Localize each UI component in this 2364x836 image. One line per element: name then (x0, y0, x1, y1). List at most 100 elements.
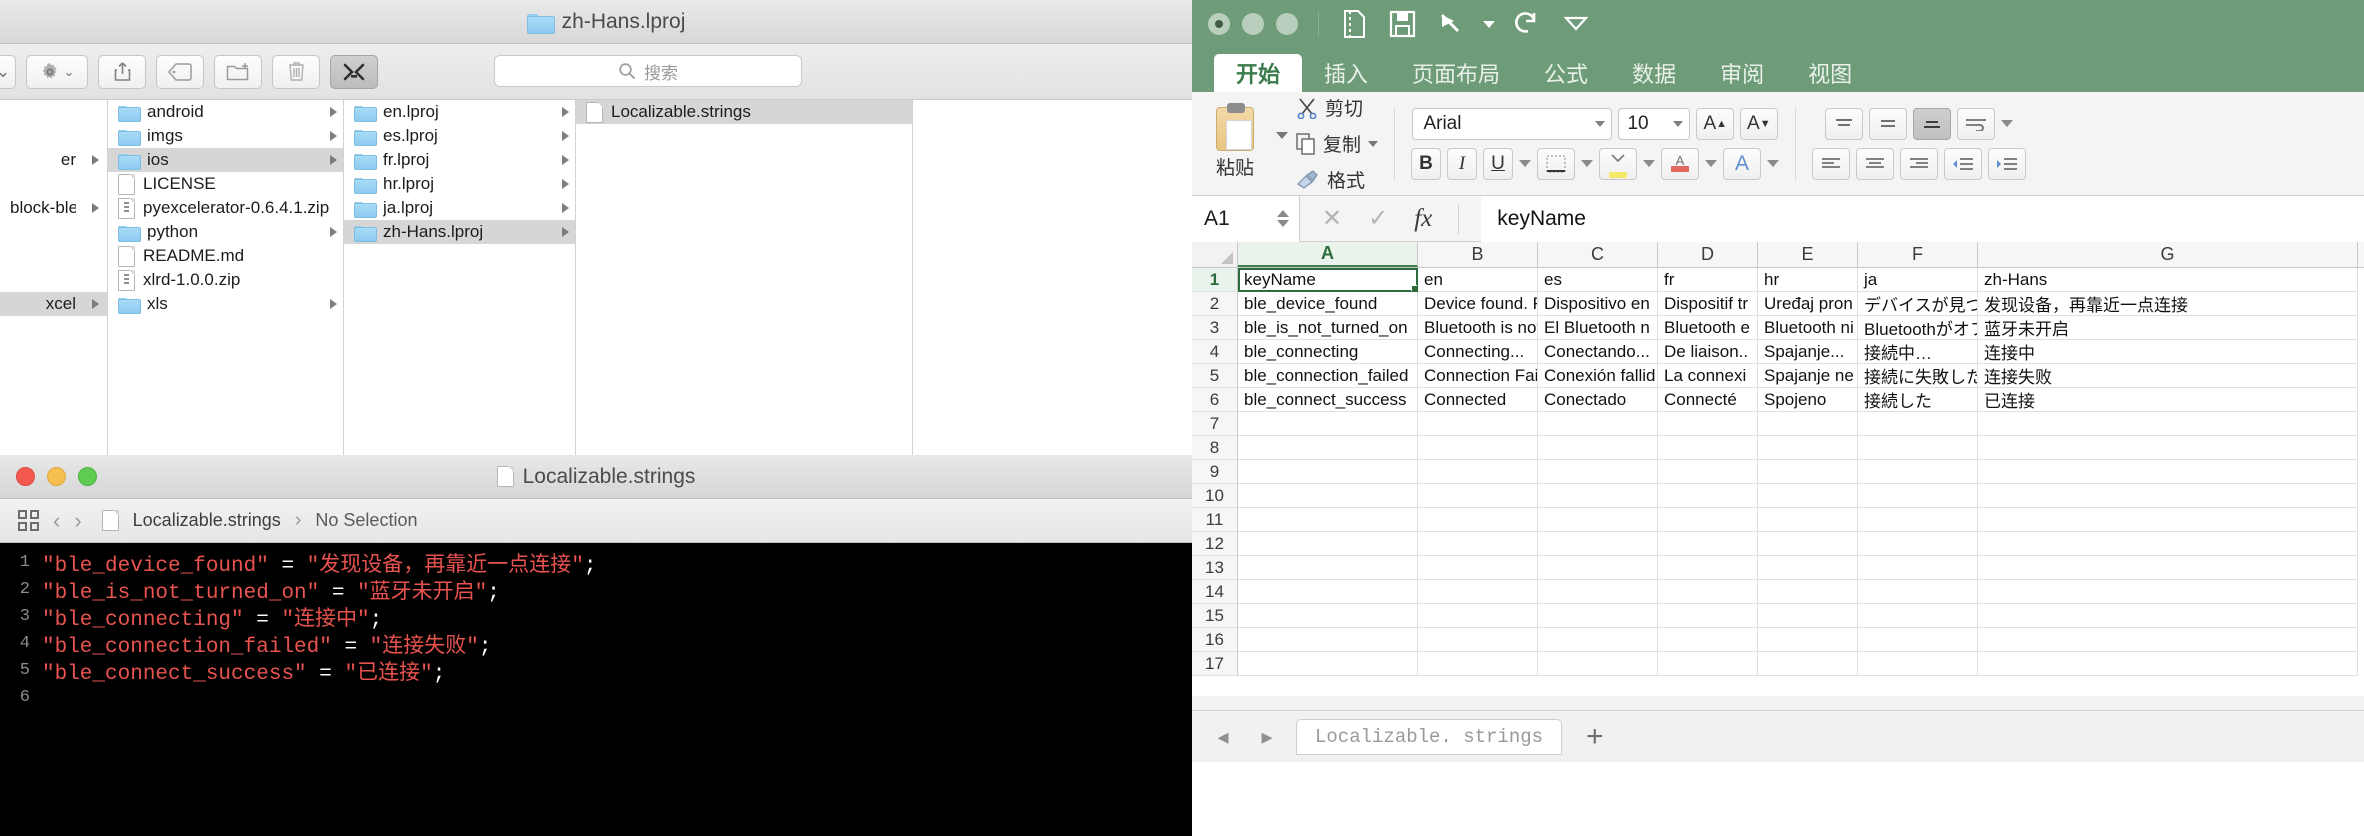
cell-B6[interactable]: Connected (1418, 388, 1538, 412)
cell-E5[interactable]: Spajanje ne (1758, 364, 1858, 388)
zoom-button[interactable] (1276, 13, 1298, 35)
cell-A9[interactable] (1238, 460, 1418, 484)
finder-row[interactable]: es.lproj (344, 124, 575, 148)
row-header-7[interactable]: 7 (1192, 412, 1238, 436)
cell-G13[interactable] (1978, 556, 2358, 580)
row-header-14[interactable]: 14 (1192, 580, 1238, 604)
code-line[interactable]: 4 "ble_connection_failed" = "连接失败"; (0, 630, 1192, 659)
row-header-11[interactable]: 11 (1192, 508, 1238, 532)
underline-dropdown-caret-icon[interactable] (1519, 160, 1532, 167)
finder-row[interactable]: hr.lproj (344, 172, 575, 196)
breadcrumb-file-name[interactable]: Localizable.strings (133, 510, 281, 531)
cell-F15[interactable] (1858, 604, 1978, 628)
cell-E8[interactable] (1758, 436, 1858, 460)
cell-C6[interactable]: Conectado (1538, 388, 1658, 412)
copy-button[interactable]: 复制 (1296, 129, 1379, 159)
cell-B10[interactable] (1418, 484, 1538, 508)
paste-button[interactable]: 粘贴 (1202, 103, 1268, 180)
fill-color-button[interactable] (1599, 147, 1638, 180)
cell-E10[interactable] (1758, 484, 1858, 508)
cell-A1[interactable]: keyName (1238, 268, 1418, 292)
cell-C10[interactable] (1538, 484, 1658, 508)
cell-E11[interactable] (1758, 508, 1858, 532)
cell-B13[interactable] (1418, 556, 1538, 580)
cell-A14[interactable] (1238, 580, 1418, 604)
cell-C16[interactable] (1538, 628, 1658, 652)
font-color-button[interactable]: A (1661, 147, 1700, 180)
finder-row[interactable]: ios (108, 148, 343, 172)
cell-A10[interactable] (1238, 484, 1418, 508)
ribbon-tab-3[interactable]: 公式 (1522, 54, 1610, 92)
cell-B9[interactable] (1418, 460, 1538, 484)
cell-F14[interactable] (1858, 580, 1978, 604)
cell-D9[interactable] (1658, 460, 1758, 484)
font-color-dropdown-caret-icon[interactable] (1705, 160, 1718, 167)
cell-D16[interactable] (1658, 628, 1758, 652)
cell-G7[interactable] (1978, 412, 2358, 436)
cell-F9[interactable] (1858, 460, 1978, 484)
cell-D12[interactable] (1658, 532, 1758, 556)
paste-dropdown-caret-icon[interactable] (1276, 132, 1288, 139)
finder-row[interactable]: block-ble (0, 196, 107, 220)
row-header-6[interactable]: 6 (1192, 388, 1238, 412)
grid-view-icon[interactable] (18, 510, 39, 531)
code-line[interactable]: 5 "ble_connect_success" = "已连接"; (0, 657, 1192, 686)
cell-A8[interactable] (1238, 436, 1418, 460)
cell-A3[interactable]: ble_is_not_turned_on (1238, 316, 1418, 340)
add-sheet-button[interactable]: + (1576, 720, 1614, 754)
cell-C12[interactable] (1538, 532, 1658, 556)
minimize-button[interactable] (1242, 13, 1264, 35)
cell-F5[interactable]: 接続に失敗した (1858, 364, 1978, 388)
row-header-17[interactable]: 17 (1192, 652, 1238, 676)
finder-row[interactable]: zh-Hans.lproj (344, 220, 575, 244)
cell-E4[interactable]: Spajanje... (1758, 340, 1858, 364)
cell-E9[interactable] (1758, 460, 1858, 484)
cell-C15[interactable] (1538, 604, 1658, 628)
cell-G3[interactable]: 蓝牙未开启 (1978, 316, 2358, 340)
cell-E3[interactable]: Bluetooth ni (1758, 316, 1858, 340)
cell-C14[interactable] (1538, 580, 1658, 604)
decrease-indent-button[interactable] (1944, 147, 1983, 180)
undo-dropdown-caret-icon[interactable] (1483, 20, 1495, 28)
ribbon-tab-4[interactable]: 数据 (1610, 54, 1698, 92)
cell-A7[interactable] (1238, 412, 1418, 436)
cell-F17[interactable] (1858, 652, 1978, 676)
cell-E15[interactable] (1758, 604, 1858, 628)
font-name-select[interactable]: Arial (1412, 107, 1613, 140)
cell-G17[interactable] (1978, 652, 2358, 676)
sheet-tab[interactable]: Localizable. strings (1296, 718, 1563, 755)
undo-icon[interactable] (1435, 9, 1465, 39)
cell-G8[interactable] (1978, 436, 2358, 460)
cell-D5[interactable]: La connexi (1658, 364, 1758, 388)
font-size-select[interactable]: 10 (1618, 107, 1691, 140)
cell-F6[interactable]: 接続した (1858, 388, 1978, 412)
cell-F8[interactable] (1858, 436, 1978, 460)
align-bottom-button[interactable] (1913, 107, 1952, 140)
cell-G2[interactable]: 发现设备，再靠近一点连接 (1978, 292, 2358, 316)
cell-E7[interactable] (1758, 412, 1858, 436)
cell-G15[interactable] (1978, 604, 2358, 628)
cell-A4[interactable]: ble_connecting (1238, 340, 1418, 364)
confirm-formula-icon[interactable]: ✓ (1368, 204, 1388, 233)
row-header-3[interactable]: 3 (1192, 316, 1238, 340)
redo-icon[interactable] (1513, 9, 1543, 39)
increase-indent-button[interactable] (1988, 147, 2027, 180)
finder-row[interactable]: en.lproj (344, 100, 575, 124)
cell-B14[interactable] (1418, 580, 1538, 604)
row-header-1[interactable]: 1 (1192, 268, 1238, 292)
copy-dropdown-caret-icon[interactable] (1368, 140, 1379, 147)
row-header-2[interactable]: 2 (1192, 292, 1238, 316)
cell-F3[interactable]: Bluetoothがオフ (1858, 316, 1978, 340)
bold-button[interactable]: B (1411, 147, 1442, 180)
cell-B4[interactable]: Connecting... (1418, 340, 1538, 364)
horizontal-scrollbar[interactable] (1192, 696, 2364, 710)
close-button[interactable] (1208, 13, 1230, 35)
terminal-button[interactable] (330, 54, 378, 89)
row-header-15[interactable]: 15 (1192, 604, 1238, 628)
finder-row[interactable]: xcel (0, 292, 107, 316)
next-sheet-icon[interactable]: ▸ (1252, 724, 1282, 750)
action-gear-button[interactable]: ⌄ (26, 54, 88, 89)
cell-B17[interactable] (1418, 652, 1538, 676)
ribbon-tab-0[interactable]: 开始 (1214, 54, 1303, 92)
cell-D7[interactable] (1658, 412, 1758, 436)
